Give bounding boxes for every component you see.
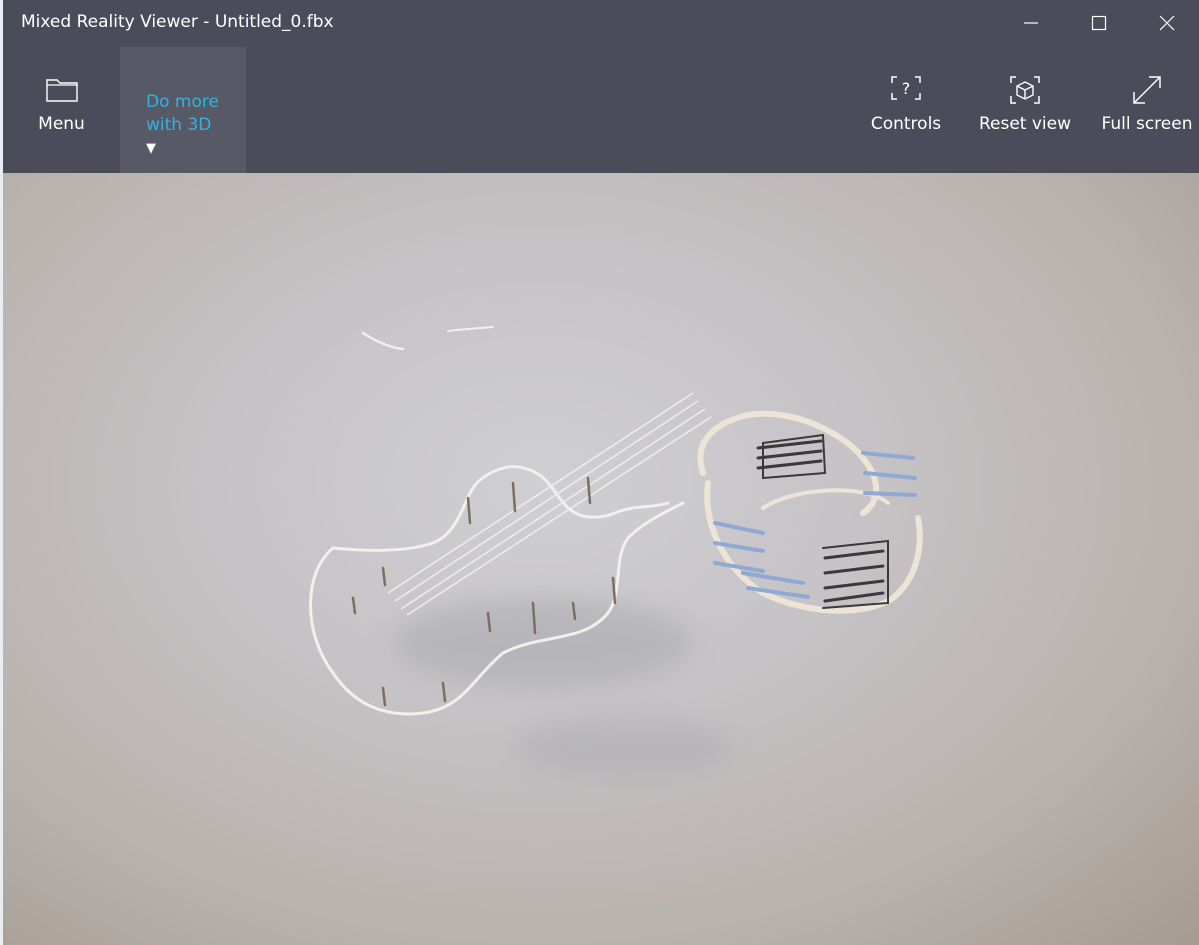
reset-view-label: Reset view — [978, 114, 1072, 134]
3d-model-render — [309, 326, 923, 778]
mixed-reality-viewer-window: Mixed Reality Viewer - Untitled_0.fbx Me… — [3, 0, 1199, 945]
close-button[interactable] — [1133, 0, 1199, 46]
window-title: Mixed Reality Viewer - Untitled_0.fbx — [21, 12, 334, 32]
3d-viewport[interactable] — [3, 173, 1199, 945]
help-bracket-icon: ? — [891, 76, 921, 100]
svg-text:?: ? — [902, 79, 911, 98]
expand-diagonal-icon — [1133, 76, 1161, 104]
controls-label: Controls — [870, 114, 942, 134]
cube-reset-icon — [1010, 76, 1040, 104]
full-screen-button[interactable]: Full screen — [1099, 47, 1195, 173]
do-more-label: Do more with 3D — [146, 92, 219, 135]
controls-button[interactable]: ? Controls — [863, 47, 949, 173]
menu-button[interactable]: Menu — [3, 47, 120, 173]
folder-icon — [45, 79, 78, 102]
minimize-icon — [1024, 22, 1038, 24]
app-header: Mixed Reality Viewer - Untitled_0.fbx Me… — [3, 0, 1199, 173]
close-icon — [1159, 15, 1175, 31]
reset-view-button[interactable]: Reset view — [973, 47, 1077, 173]
maximize-icon — [1091, 15, 1107, 31]
menu-label: Menu — [38, 114, 85, 134]
minimize-button[interactable] — [997, 0, 1065, 46]
model-shadow — [393, 598, 693, 688]
full-screen-label: Full screen — [1101, 114, 1193, 134]
title-bar[interactable]: Mixed Reality Viewer - Untitled_0.fbx — [3, 0, 1199, 46]
do-more-with-3d-button[interactable]: Do more with 3D ▼ — [120, 47, 246, 173]
model-shadow — [513, 718, 733, 778]
chevron-down-icon: ▼ — [146, 141, 156, 156]
maximize-button[interactable] — [1065, 0, 1133, 46]
drum-sketch — [697, 410, 923, 614]
